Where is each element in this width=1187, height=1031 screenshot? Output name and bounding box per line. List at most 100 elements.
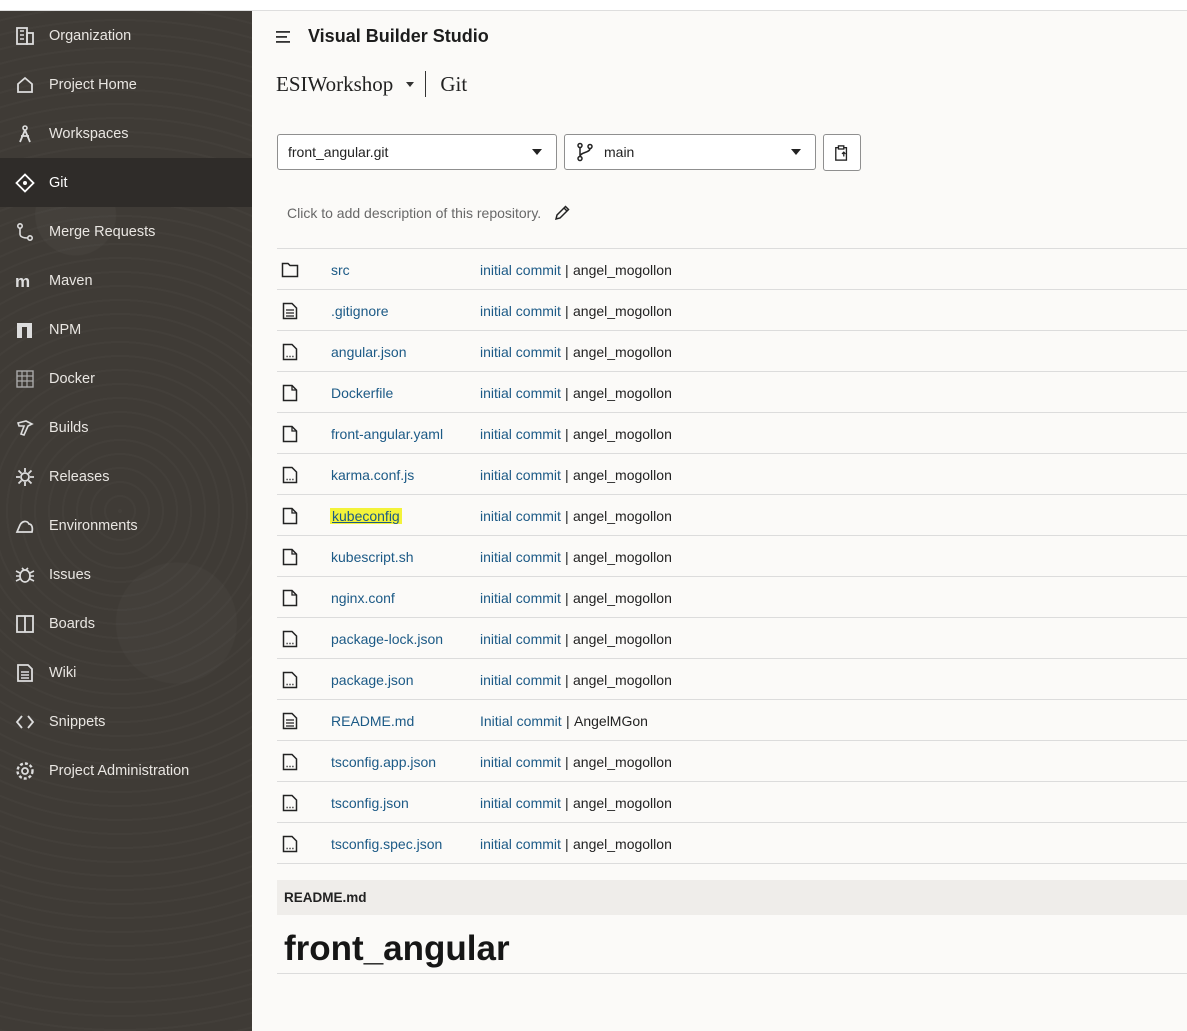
file-icon [282,425,298,443]
clone-button[interactable] [823,134,861,171]
main-content: Visual Builder Studio ESIWorkshop Git fr… [252,11,1187,1031]
commit-message-link[interactable]: initial commit [480,508,561,524]
sidebar-item-boards[interactable]: Boards [0,599,252,648]
sidebar-item-label: NPM [49,321,82,338]
file-name-link[interactable]: angular.json [331,344,407,360]
commit-author: angel_mogollon [573,590,672,606]
code-icon [15,712,35,732]
commit-message-link[interactable]: initial commit [480,549,561,565]
file-name-link[interactable]: kubescript.sh [331,549,413,565]
breadcrumb: ESIWorkshop Git [276,71,467,97]
file-icon [282,384,298,402]
caret-down-icon[interactable] [405,79,415,89]
sidebar-item-wiki[interactable]: Wiki [0,648,252,697]
sidebar-item-label: Releases [49,468,110,485]
commit-message-link[interactable]: initial commit [480,426,561,442]
sidebar-item-git[interactable]: Git [0,158,252,207]
sidebar-item-releases[interactable]: Releases [0,452,252,501]
sidebar-item-label: Workspaces [49,125,129,142]
sidebar-item-project-home[interactable]: Project Home [0,60,252,109]
commit-author: angel_mogollon [573,754,672,770]
commit-author: angel_mogollon [573,508,672,524]
readme-label: README.md [284,890,367,905]
file-name-link[interactable]: README.md [331,713,414,729]
file-name-link[interactable]: tsconfig.json [331,795,409,811]
file-name-link[interactable]: front-angular.yaml [331,426,443,442]
table-row: package.json initial commit | angel_mogollo… [277,659,1187,700]
file-name-link[interactable]: package-lock.json [331,631,443,647]
sidebar-item-maven[interactable]: m Maven [0,256,252,305]
file-name-link[interactable]: kubeconfig [330,508,402,524]
text-file-icon [282,712,298,730]
sidebar-item-label: Boards [49,615,95,632]
project-name[interactable]: ESIWorkshop [276,72,393,97]
repository-select-value: front_angular.git [288,144,389,160]
commit-message-link[interactable]: initial commit [480,467,561,483]
sidebar-item-snippets[interactable]: Snippets [0,697,252,746]
commit-separator: | [565,590,569,606]
sidebar-item-environments[interactable]: Environments [0,501,252,550]
git-icon [15,172,35,193]
sidebar-item-organization[interactable]: Organization [0,11,252,60]
clipboard-icon [835,144,848,161]
document-icon [15,663,35,683]
breadcrumb-divider [425,71,427,97]
commit-message-link[interactable]: initial commit [480,672,561,688]
sidebar-item-label: Builds [49,419,89,436]
commit-message-link[interactable]: initial commit [480,385,561,401]
file-name-link[interactable]: tsconfig.app.json [331,754,436,770]
file-name-link[interactable]: package.json [331,672,414,688]
commit-message-link[interactable]: initial commit [480,262,561,278]
sidebar-item-label: Git [49,174,68,191]
commit-message-link[interactable]: initial commit [480,795,561,811]
file-name-link[interactable]: karma.conf.js [331,467,414,483]
sidebar-item-builds[interactable]: Builds [0,403,252,452]
hamburger-menu-icon[interactable] [276,29,294,45]
commit-message-link[interactable]: initial commit [480,631,561,647]
table-row: tsconfig.app.json initial commit | angel_mo… [277,741,1187,782]
file-name-link[interactable]: nginx.conf [331,590,395,606]
commit-author: angel_mogollon [573,631,672,647]
table-row: kubeconfig initial commit | angel_mogollon [277,495,1187,536]
sidebar-item-label: Merge Requests [49,223,156,240]
table-row: package-lock.json initial commit | angel_mo… [277,618,1187,659]
commit-message-link[interactable]: initial commit [480,303,561,319]
sidebar-item-label: Issues [49,566,91,583]
file-name-link[interactable]: tsconfig.spec.json [331,836,442,852]
file-name-link[interactable]: .gitignore [331,303,389,319]
compass-icon [15,124,35,144]
sidebar-item-npm[interactable]: NPM [0,305,252,354]
file-name-link[interactable]: src [331,262,350,278]
repo-description[interactable]: Click to add description of this reposit… [287,204,571,222]
commit-message-link[interactable]: initial commit [480,836,561,852]
commit-message-link[interactable]: Initial commit [480,713,562,729]
commit-author: AngelMGon [574,713,648,729]
sidebar-item-docker[interactable]: Docker [0,354,252,403]
commit-author: angel_mogollon [573,303,672,319]
file-name-link[interactable]: Dockerfile [331,385,393,401]
commit-author: angel_mogollon [573,385,672,401]
sidebar-item-project-administration[interactable]: Project Administration [0,746,252,795]
branch-select[interactable]: main [564,134,816,170]
commit-author: angel_mogollon [573,549,672,565]
code-file-icon [282,630,298,648]
pencil-icon[interactable] [553,204,571,222]
repository-select[interactable]: front_angular.git [277,134,557,170]
section-name: Git [440,71,468,96]
file-icon [282,589,298,607]
branch-select-value: main [604,144,635,160]
file-icon [282,548,298,566]
commit-separator: | [565,508,569,524]
code-file-icon [282,343,298,361]
branch-icon [577,142,593,162]
commit-message-link[interactable]: initial commit [480,754,561,770]
sidebar-item-workspaces[interactable]: Workspaces [0,109,252,158]
commit-message-link[interactable]: initial commit [480,344,561,360]
maven-icon: m [15,271,35,291]
commit-message-link[interactable]: initial commit [480,590,561,606]
sidebar-item-merge-requests[interactable]: Merge Requests [0,207,252,256]
chevron-down-icon [532,149,542,155]
sidebar-item-issues[interactable]: Issues [0,550,252,599]
table-row: kubescript.sh initial commit | angel_mogoll… [277,536,1187,577]
table-row: README.md Initial commit | AngelMGon [277,700,1187,741]
